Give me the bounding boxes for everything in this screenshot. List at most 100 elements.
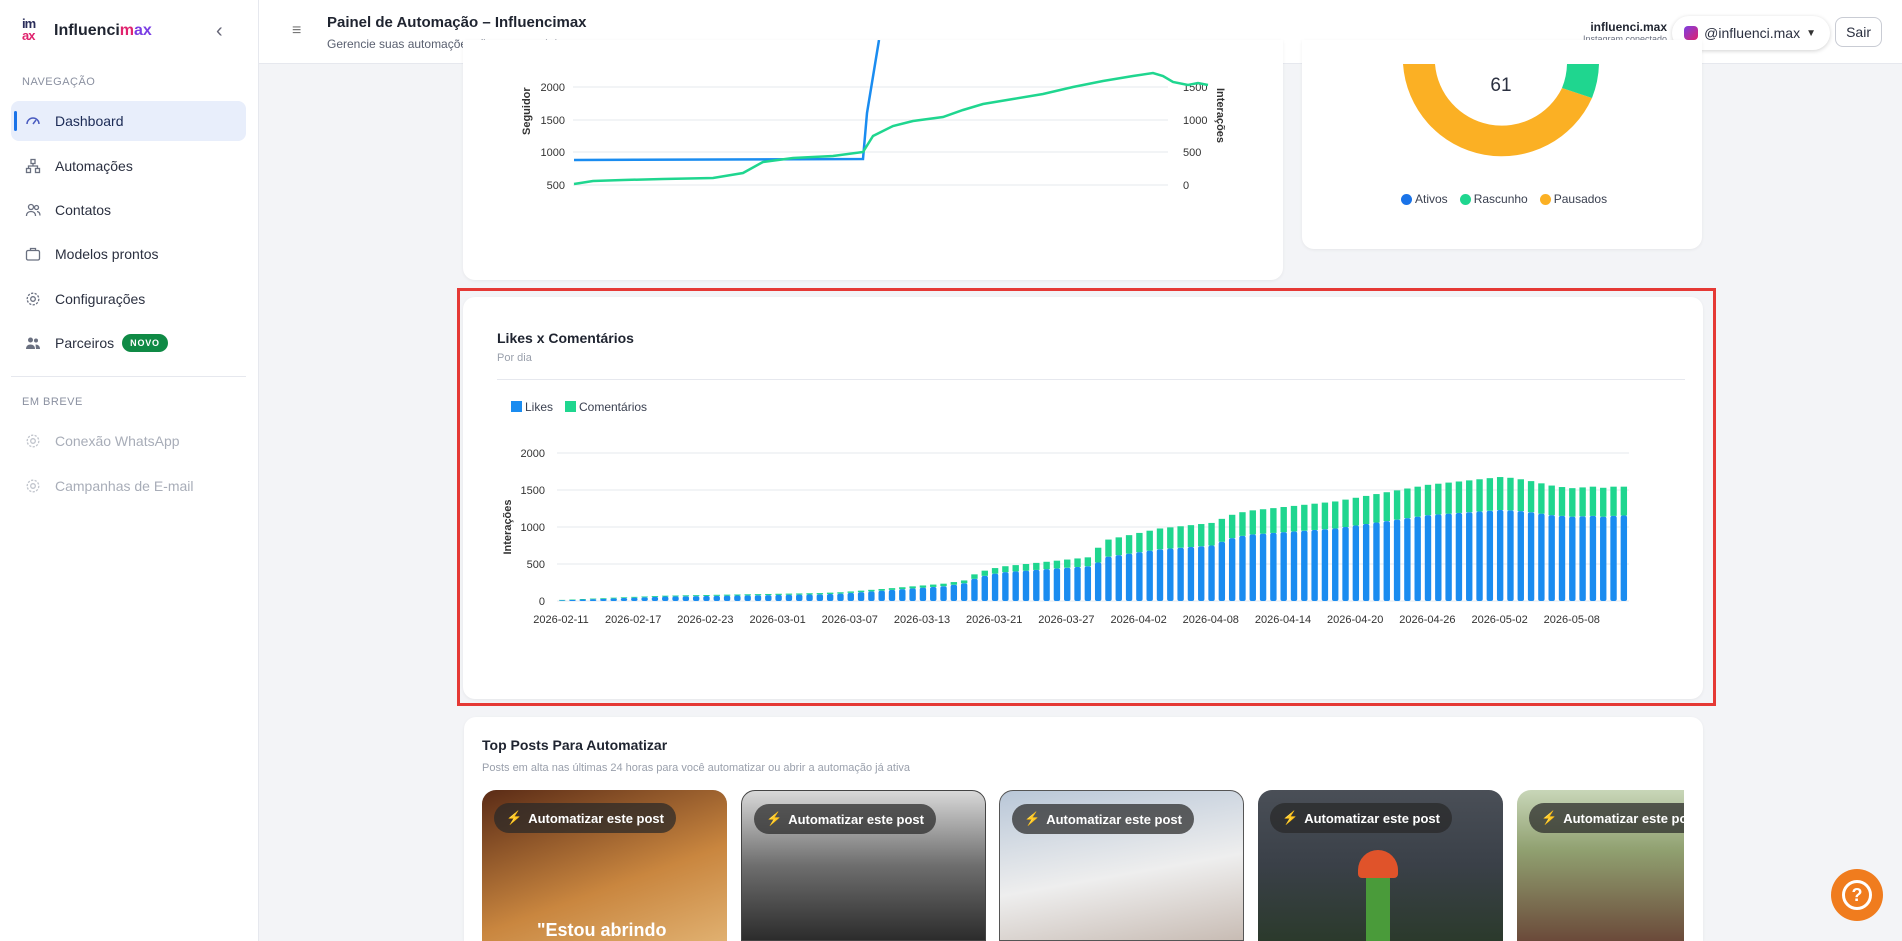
gear-icon [25, 478, 41, 494]
legend-item-pausados[interactable]: Pausados [1539, 192, 1607, 206]
legend-item-rascunho[interactable]: Rascunho [1459, 192, 1528, 206]
bar-likes [1187, 546, 1195, 601]
automate-post-button[interactable]: ⚡Automatizar este post [754, 804, 936, 834]
account-name: influenci.max [1590, 20, 1667, 34]
post-card[interactable]: ⚡Automatizar este post [1517, 790, 1684, 941]
post-card[interactable]: ⚡Automatizar este post [741, 790, 986, 941]
brand[interactable]: im ax Influencimax [22, 16, 152, 44]
legend-swatch [565, 401, 576, 412]
sidebar-item-parceiros[interactable]: Parceiros NOVO [11, 323, 246, 363]
bar-comentarios [1228, 514, 1236, 539]
bar-comentarios [1538, 483, 1545, 514]
sidebar-item-modelos[interactable]: Modelos prontos [11, 234, 246, 274]
bar-likes [847, 592, 854, 601]
bar-likes [1486, 510, 1494, 601]
bar-comentarios [1558, 487, 1566, 516]
post-graphic [1366, 878, 1390, 941]
bar-comentarios [1435, 483, 1442, 515]
post-card[interactable]: ⚡ Automatizar este post "Estou abrindo [482, 790, 727, 941]
bar-comentarios [1198, 524, 1205, 547]
bar-comentarios [682, 595, 690, 597]
bar-comentarios [909, 586, 916, 589]
automate-post-button[interactable]: ⚡Automatizar este post [1012, 804, 1194, 834]
bar-likes [641, 597, 648, 601]
sidebar-item-label: Configurações [55, 291, 146, 307]
bolt-icon: ⚡ [506, 810, 523, 825]
help-button[interactable]: ? [1831, 869, 1883, 921]
bar-comentarios [1033, 562, 1040, 570]
sidebar-item-email: Campanhas de E-mail [11, 466, 246, 506]
bar-comentarios [981, 570, 988, 576]
bar-likes [600, 598, 607, 601]
bar-comentarios [1569, 488, 1576, 517]
bar-likes [682, 596, 690, 601]
bar-likes [1620, 515, 1628, 601]
bar-likes [1476, 511, 1483, 601]
bar-comentarios [1012, 565, 1019, 572]
x-tick-label: 2026-02-23 [677, 614, 733, 626]
legend-label: Likes [525, 400, 553, 414]
bar-likes [796, 594, 803, 601]
post-caption: "Estou abrindo [537, 920, 667, 940]
top-posts-title: Top Posts Para Automatizar [482, 737, 668, 753]
x-tick-label: 2026-04-08 [1183, 614, 1239, 626]
status-donut: 61 [1403, 64, 1599, 157]
donut-legend: Ativos Rascunho Pausados [1401, 192, 1607, 206]
bar-comentarios [1517, 479, 1524, 512]
sidebar-item-contatos[interactable]: Contatos [11, 190, 246, 230]
logout-button[interactable]: Sair [1835, 17, 1882, 47]
bar-comentarios [1362, 495, 1370, 525]
likes-comments-card: Likes x Comentários Por dia Likes Comentá… [463, 297, 1703, 699]
collapse-sidebar-icon[interactable]: ‹ [216, 20, 223, 43]
y-tick-label: 1000 [521, 522, 545, 534]
automate-post-button[interactable]: ⚡Automatizar este post [494, 803, 676, 833]
bar-comentarios [692, 595, 700, 597]
post-card[interactable]: ⚡Automatizar este post [1258, 790, 1503, 941]
bar-comentarios [734, 594, 741, 596]
bar-likes [1115, 555, 1122, 601]
bar-likes [888, 589, 896, 601]
bar-comentarios [1424, 484, 1432, 516]
bar-likes [1208, 545, 1215, 601]
brand-logo: im ax [22, 16, 36, 43]
bar-comentarios [785, 593, 793, 595]
bar-likes [1527, 512, 1535, 601]
bar-likes [1342, 527, 1349, 601]
bar-likes [868, 591, 875, 601]
bar-comentarios [1476, 479, 1483, 512]
bar-likes [878, 590, 885, 601]
bar-comentarios [1208, 522, 1215, 546]
automation-status-card: 61 Ativos Rascunho Pausados [1302, 40, 1702, 249]
bar-likes [1167, 548, 1174, 601]
automate-post-button[interactable]: ⚡Automatizar este post [1529, 803, 1684, 833]
x-tick-label: 2026-02-17 [605, 614, 661, 626]
bar-comentarios [754, 594, 762, 596]
post-graphic [1358, 850, 1398, 878]
legend-item-ativos[interactable]: Ativos [1401, 192, 1448, 206]
bar-likes [1404, 518, 1411, 601]
bar-likes [1280, 532, 1287, 601]
bar-likes [692, 596, 700, 601]
left-tick: 1000 [541, 147, 565, 159]
right-tick: 0 [1183, 180, 1189, 192]
legend-swatch [511, 401, 522, 412]
left-tick: 500 [547, 180, 565, 192]
bar-likes [1084, 566, 1092, 601]
bar-comentarios [1527, 481, 1535, 513]
bar-likes [1455, 512, 1463, 601]
bar-comentarios [1414, 486, 1421, 517]
x-tick-label: 2026-02-11 [533, 614, 588, 626]
automate-post-button[interactable]: ⚡Automatizar este post [1270, 803, 1452, 833]
bar-likes [1146, 550, 1153, 601]
bar-comentarios [1342, 499, 1349, 527]
sidebar-item-automacoes[interactable]: Automações [11, 146, 246, 186]
sidebar-item-label: Dashboard [55, 113, 124, 129]
bar-likes [940, 586, 947, 601]
sidebar-item-dashboard[interactable]: Dashboard [11, 101, 246, 141]
menu-icon[interactable]: ≡ [292, 22, 301, 40]
bar-likes [1053, 568, 1061, 601]
post-card[interactable]: ⚡Automatizar este post [999, 790, 1244, 941]
sidebar-item-configuracoes[interactable]: Configurações [11, 279, 246, 319]
bar-comentarios [1466, 480, 1473, 513]
bar-likes [734, 595, 741, 601]
